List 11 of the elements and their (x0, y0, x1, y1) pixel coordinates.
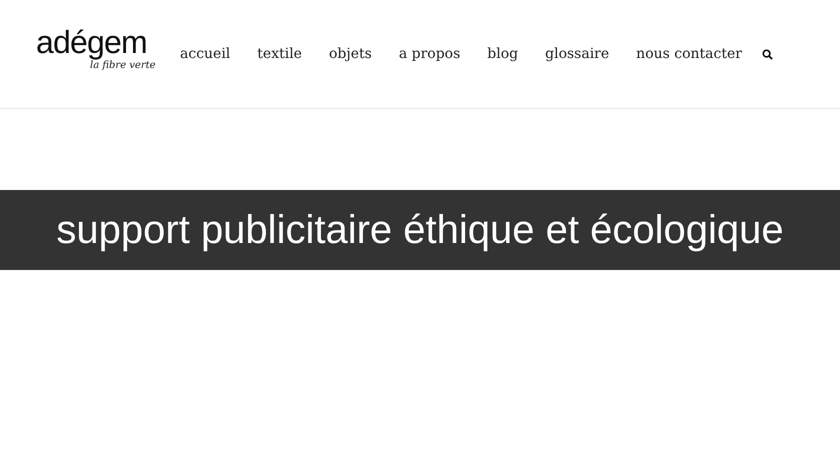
nav-link[interactable]: objets (328, 44, 372, 64)
nav-link[interactable]: a propos (398, 44, 460, 64)
nav-link[interactable]: nous contacter (636, 44, 742, 64)
logo-name: adégem (36, 23, 147, 60)
nav-link[interactable]: glossaire (545, 44, 610, 64)
nav-link[interactable]: blog (487, 44, 518, 64)
banner-title: support publicitaire éthique et écologique (56, 207, 784, 254)
search-icon[interactable] (762, 48, 773, 60)
logo-tagline: la fibre verte (90, 60, 156, 73)
nav-link[interactable]: textile (257, 44, 302, 64)
nav-link[interactable]: accueil (180, 44, 230, 64)
